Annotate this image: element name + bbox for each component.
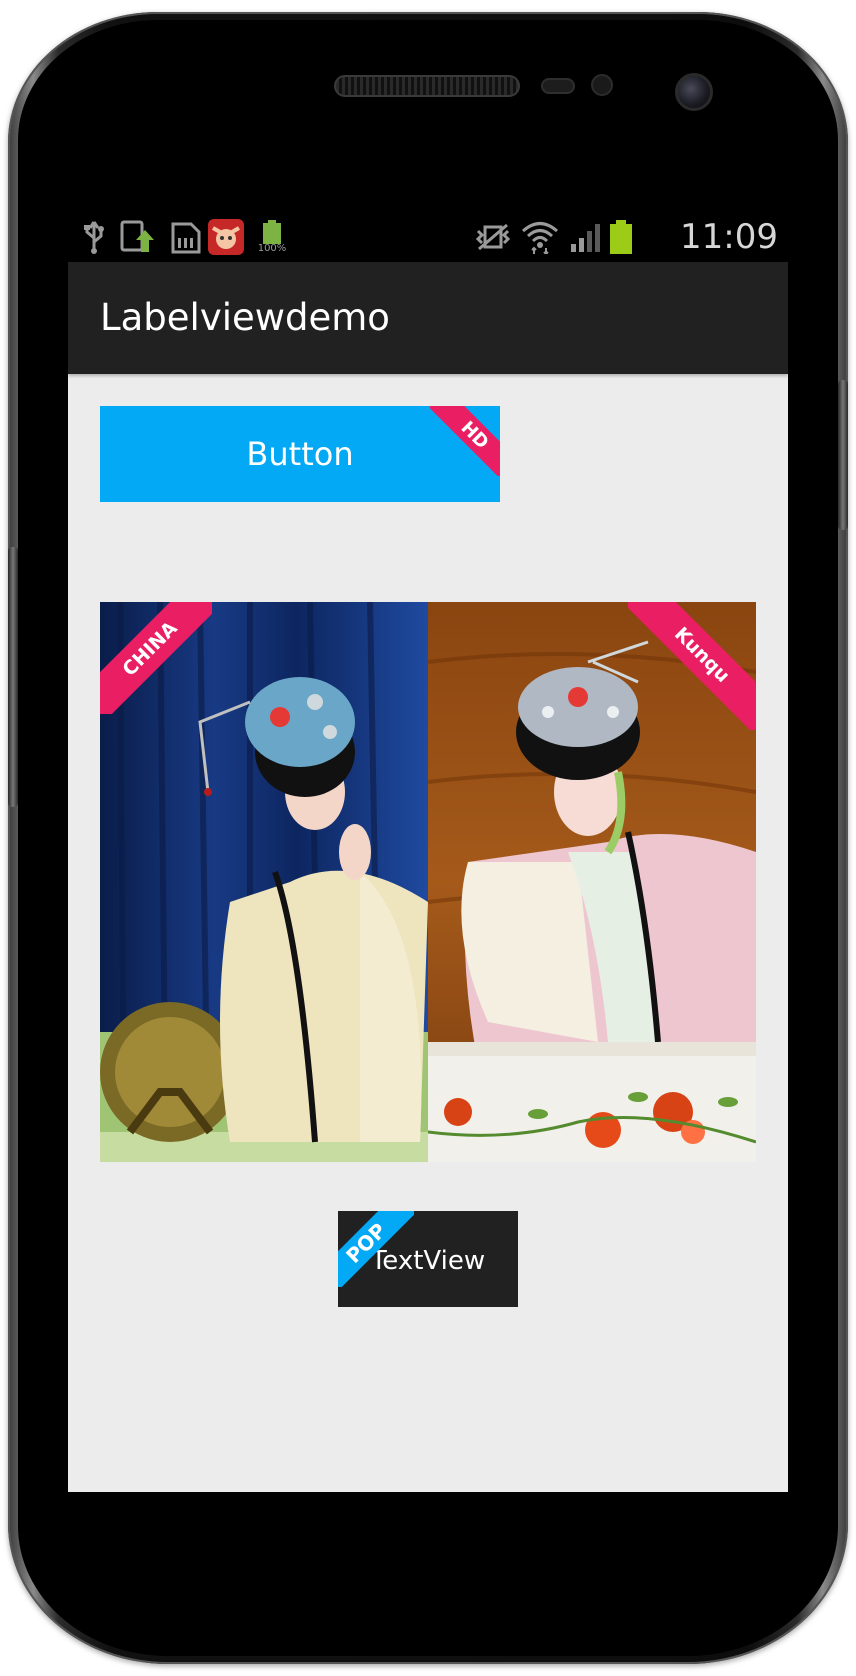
proximity-sensor: [541, 78, 575, 94]
pop-label-text: POP: [338, 1211, 414, 1287]
earpiece-speaker: [334, 75, 520, 97]
hd-corner-label: HD: [430, 406, 500, 476]
upload-icon: [118, 220, 158, 254]
kunqu-corner-label: Kunqu: [628, 602, 756, 730]
app-notification-icon: [206, 219, 246, 255]
vibrate-icon: [474, 220, 512, 254]
wifi-icon: [520, 220, 560, 254]
battery-percent-label: 100%: [257, 243, 287, 254]
china-corner-label: CHINA: [100, 602, 212, 714]
battery-charging-icon: 100%: [254, 220, 290, 254]
demo-button[interactable]: Button HD: [100, 406, 500, 502]
china-label-text: CHINA: [100, 602, 212, 714]
pop-corner-label: POP: [338, 1211, 414, 1287]
signal-icon: [568, 220, 602, 254]
device-screen: 100% 11:09 Labelviewdemo Button HD CHINA…: [68, 212, 788, 1492]
opera-photo-right: Kunqu: [428, 602, 756, 1162]
kunqu-label-text: Kunqu: [628, 602, 756, 730]
demo-textview: TextView POP: [338, 1211, 518, 1307]
battery-icon: [608, 220, 634, 254]
light-sensor: [591, 74, 613, 96]
opera-photo-left: CHINA: [100, 602, 428, 1162]
hd-label-text: HD: [430, 406, 500, 476]
status-clock: 11:09: [680, 217, 778, 257]
power-key: [838, 380, 848, 530]
sd-card-icon: [168, 220, 202, 254]
app-title: Labelviewdemo: [100, 296, 390, 339]
volume-key: [8, 547, 18, 807]
status-bar: 100% 11:09: [68, 212, 788, 262]
usb-icon: [80, 220, 108, 254]
front-camera: [675, 73, 713, 111]
action-bar: Labelviewdemo: [68, 262, 788, 374]
